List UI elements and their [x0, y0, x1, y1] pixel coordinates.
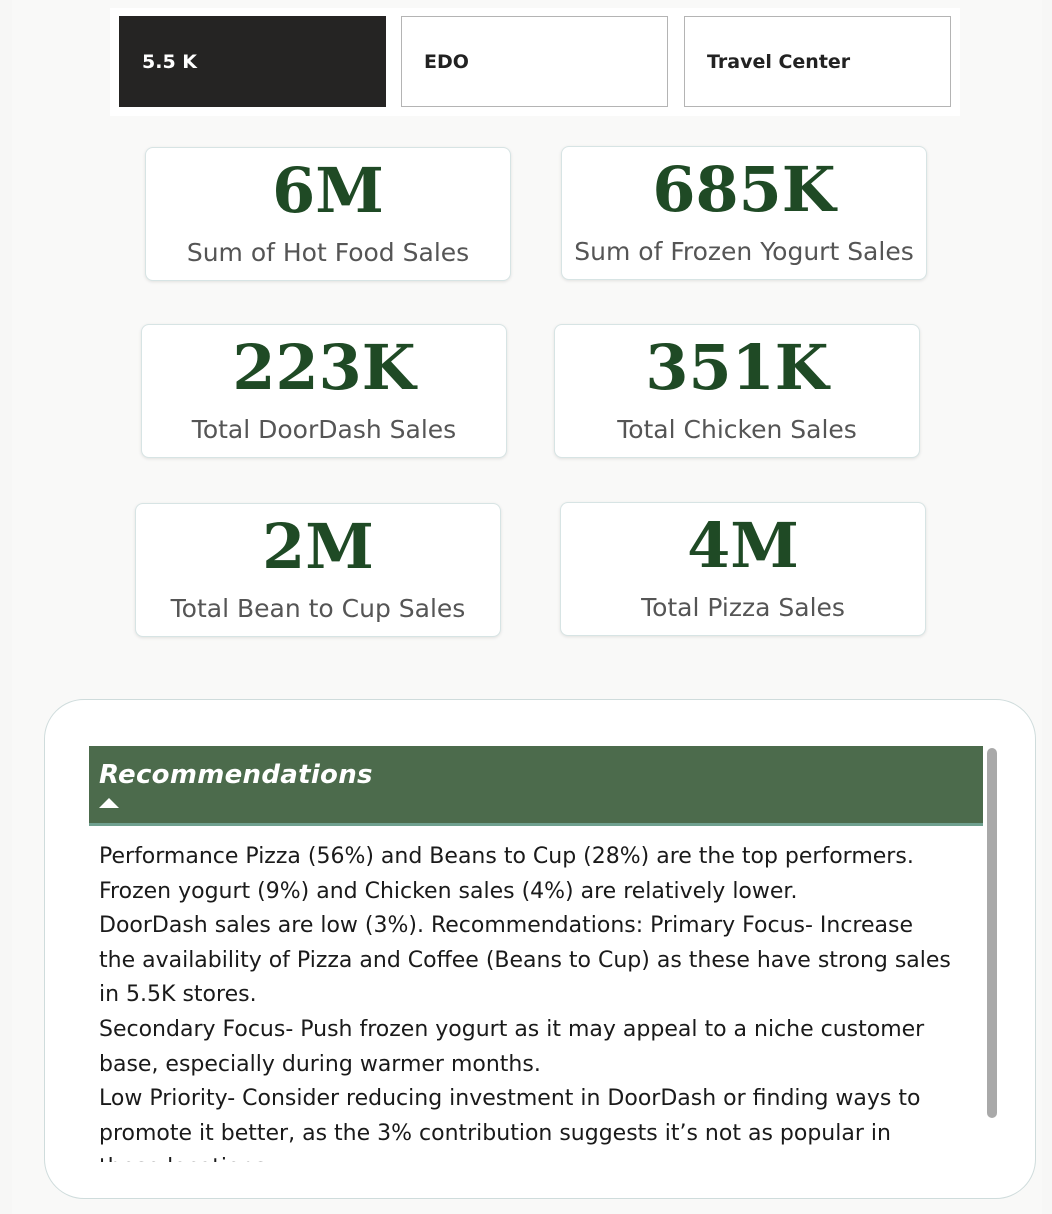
scrollbar-thumb[interactable] — [987, 748, 997, 1118]
recommendations-header[interactable]: Recommendations — [89, 746, 983, 826]
kpi-card-frozen-yogurt: 685K Sum of Frozen Yogurt Sales — [561, 146, 927, 280]
kpi-value: 4M — [687, 509, 799, 582]
recommendations-panel: Recommendations Performance Pizza (56%) … — [44, 699, 1036, 1199]
kpi-label: Total Bean to Cup Sales — [170, 594, 466, 623]
slicer-option-5-5k[interactable]: 5.5 K — [119, 16, 386, 107]
recommendations-title: Recommendations — [99, 760, 373, 790]
kpi-value: 6M — [272, 154, 384, 227]
kpi-value: 223K — [232, 331, 416, 404]
recommendation-line: these locations. — [99, 1151, 979, 1162]
recommendation-line: Frozen yogurt (9%) and Chicken sales (4%… — [99, 878, 798, 904]
kpi-value: 685K — [652, 153, 836, 226]
recommendation-line: Low Priority- Consider reducing investme… — [99, 1086, 921, 1112]
recommendation-line: promote it better, as the 3% contributio… — [99, 1120, 891, 1146]
kpi-card-doordash: 223K Total DoorDash Sales — [141, 324, 507, 458]
kpi-label: Total DoorDash Sales — [191, 415, 457, 444]
kpi-label: Total Chicken Sales — [617, 415, 857, 444]
kpi-value: 2M — [262, 510, 374, 583]
kpi-label: Sum of Frozen Yogurt Sales — [574, 237, 914, 266]
kpi-card-bean-to-cup: 2M Total Bean to Cup Sales — [135, 503, 501, 637]
kpi-value: 351K — [645, 331, 829, 404]
recommendation-line: DoorDash sales are low (3%). Recommendat… — [99, 913, 914, 939]
slicer-option-edo[interactable]: EDO — [401, 16, 668, 107]
store-type-slicer: 5.5 K EDO Travel Center — [110, 8, 960, 116]
kpi-card-chicken: 351K Total Chicken Sales — [554, 324, 920, 458]
kpi-label: Sum of Hot Food Sales — [186, 238, 470, 267]
recommendation-line: Secondary Focus- Push frozen yogurt as i… — [99, 1016, 925, 1042]
recommendations-text: Performance Pizza (56%) and Beans to Cup… — [99, 840, 979, 1162]
recommendation-line: in 5.5K stores. — [99, 982, 257, 1008]
kpi-card-hot-food: 6M Sum of Hot Food Sales — [145, 147, 511, 281]
slicer-option-travel-center[interactable]: Travel Center — [684, 16, 951, 107]
recommendation-line: the availability of Pizza and Coffee (Be… — [99, 947, 951, 973]
recommendation-line: base, especially during warmer months. — [99, 1051, 541, 1077]
scrollbar[interactable] — [985, 746, 999, 1120]
kpi-label: Total Pizza Sales — [641, 593, 845, 622]
recommendation-line: Performance Pizza (56%) and Beans to Cup… — [99, 844, 914, 869]
kpi-card-pizza: 4M Total Pizza Sales — [560, 502, 926, 636]
collapse-caret-icon[interactable] — [99, 798, 119, 808]
